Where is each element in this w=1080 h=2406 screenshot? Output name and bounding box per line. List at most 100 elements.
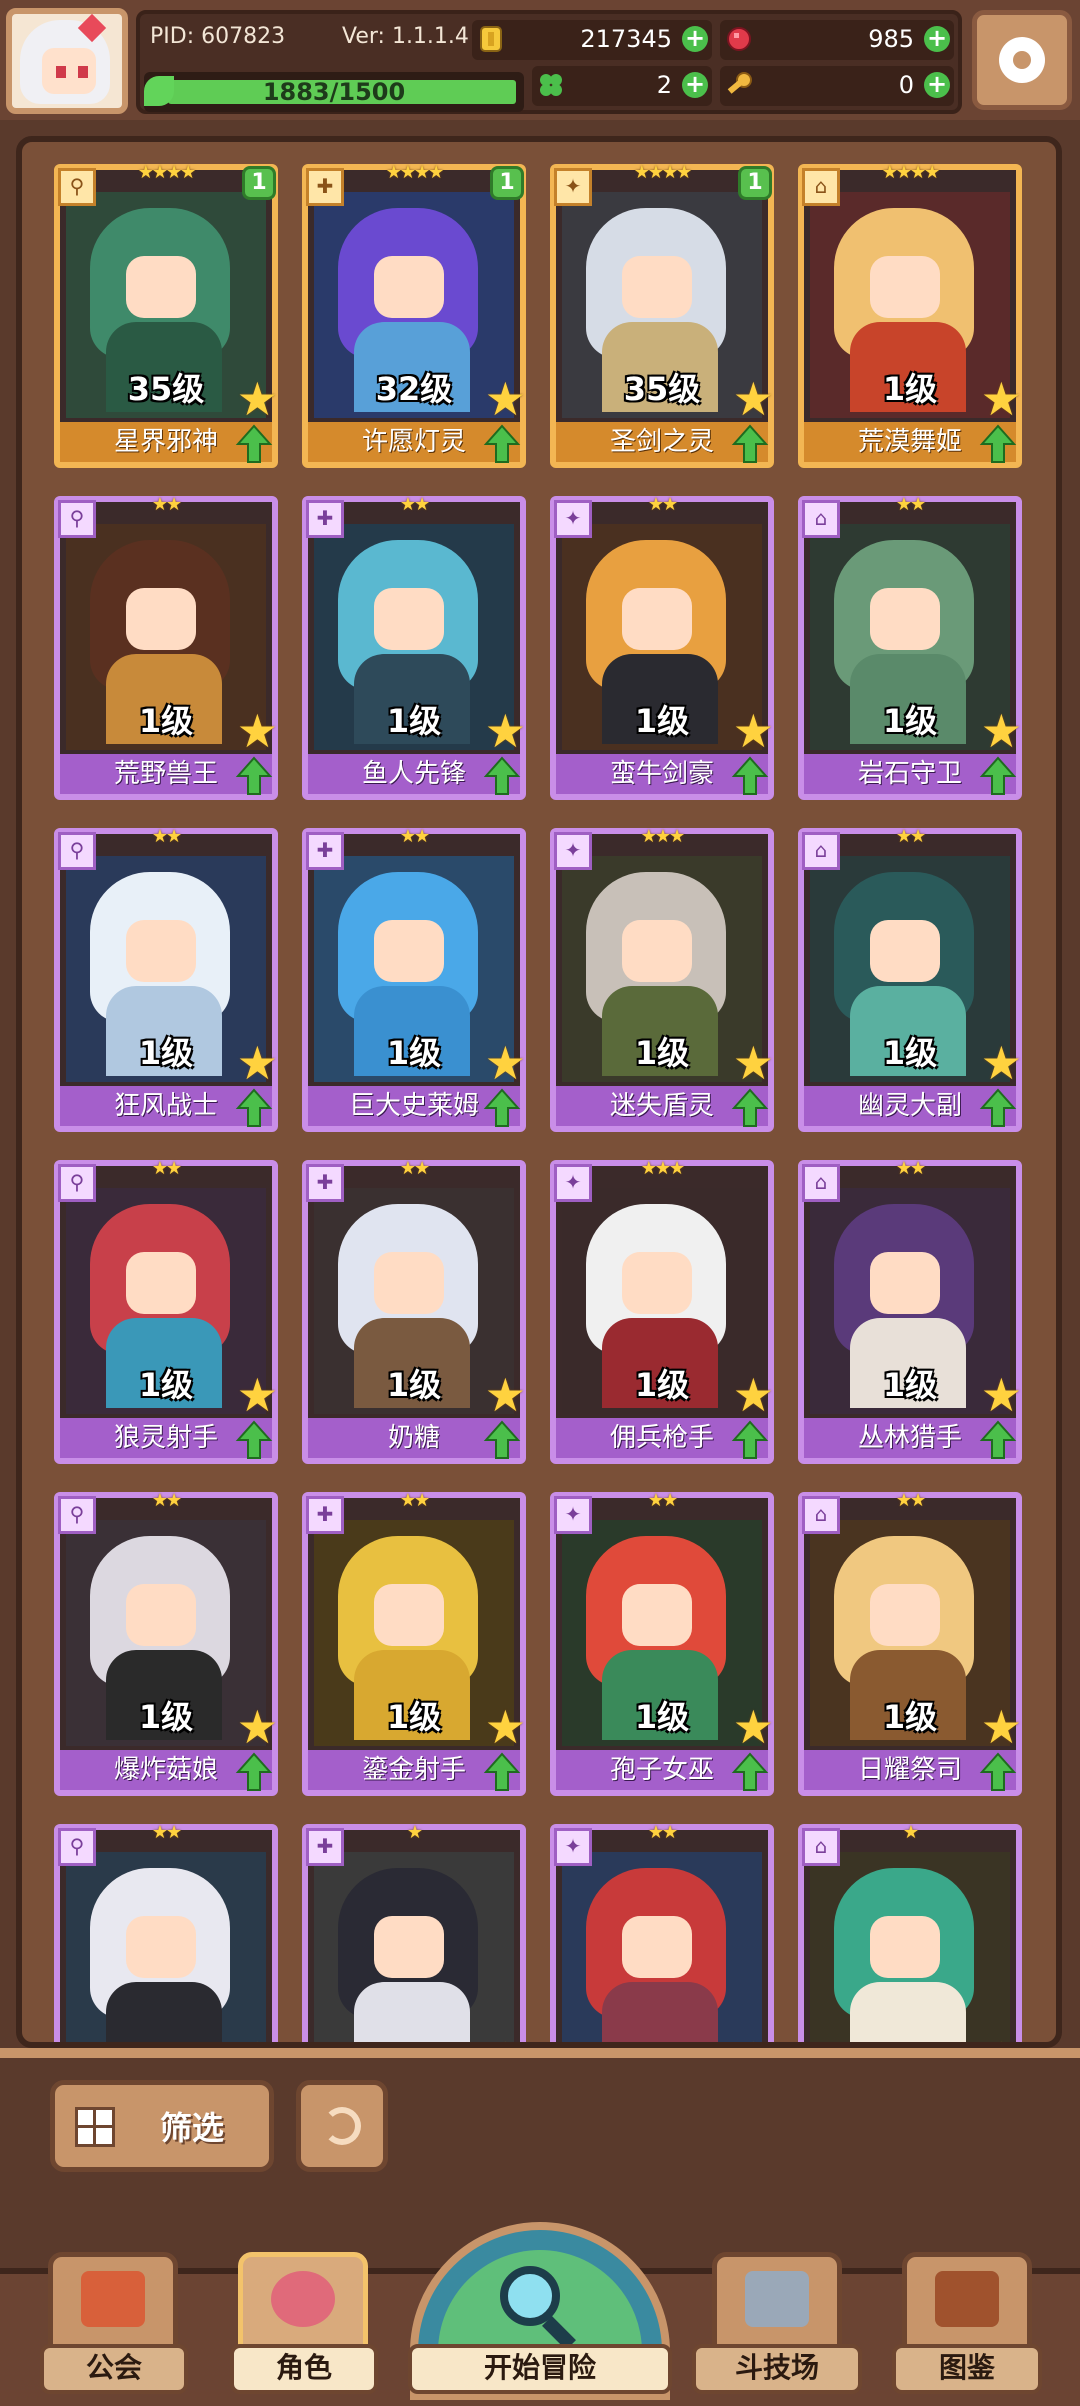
star-upgrade-icon: ★ (237, 2036, 278, 2042)
nav-guild-label[interactable]: 公会 (40, 2344, 188, 2394)
level-up-arrow-icon (731, 424, 769, 463)
settings-button[interactable] (972, 10, 1072, 110)
level-up-arrow-icon (235, 756, 273, 795)
character-card[interactable]: ⚲ ★★★★ 1 35级 ★ 星界邪神 (54, 162, 278, 468)
level-up-arrow-icon (979, 1752, 1017, 1791)
level-up-arrow-icon (731, 1420, 769, 1459)
player-info-panel: PID: 607823 Ver: 1.1.1.4 1883/1500 21734… (136, 10, 962, 114)
character-roster-panel: ⚲ ★★★★ 1 35级 ★ 星界邪神 ✚ ★★★★ 1 32级 ★ 许愿灯灵 ✦ ★★★★ 1 35级 ★ 圣剑… (16, 136, 1062, 2048)
character-card[interactable]: ✚★★ (302, 1822, 526, 2042)
level-up-arrow-icon (235, 1088, 273, 1127)
key-value: 0 (898, 71, 914, 99)
nav-codex-label[interactable]: 图鉴 (892, 2344, 1042, 2394)
gem-value: 985 (868, 25, 914, 53)
star-rating: ★★★★ (385, 162, 445, 183)
character-card[interactable]: ✚ ★★ 1级 ★ 巨大史莱姆 (302, 826, 526, 1132)
add-key-button[interactable]: + (924, 72, 950, 98)
level-up-arrow-icon (731, 1752, 769, 1791)
xp-value: 1883/1500 (262, 78, 406, 106)
filter-button[interactable]: 筛选 (50, 2080, 274, 2172)
character-card[interactable]: ✦ ★★ 1级 ★ 孢子女巫 (550, 1490, 774, 1796)
character-card[interactable]: ✚ ★★★★ 1 32级 ★ 许愿灯灵 (302, 162, 526, 468)
character-card[interactable]: ✚ ★★ 1级 ★ 鎏金射手 (302, 1490, 526, 1796)
character-card[interactable]: ⚲ ★★ 1级 ★ 狼灵射手 (54, 1158, 278, 1464)
version-label: Ver: 1.1.1.4 (342, 24, 469, 49)
character-card[interactable]: ⚲ ★★ 1级 ★ 爆炸菇娘 (54, 1490, 278, 1796)
character-card[interactable]: ✚ ★★ 1级 ★ 鱼人先锋 (302, 494, 526, 800)
level-up-arrow-icon (483, 424, 521, 463)
key-icon (727, 72, 752, 94)
character-card[interactable]: ⌂ ★★ 1级 ★ 丛林猎手 (798, 1158, 1022, 1464)
key-counter: 0 + (720, 66, 954, 106)
top-bar: PID: 607823 Ver: 1.1.1.4 1883/1500 21734… (0, 0, 1080, 120)
star-rating: ★★ (647, 1490, 678, 1511)
clover-counter: 2 + (532, 66, 712, 106)
star-rating: ★ (406, 1822, 423, 1843)
star-rating: ★★ (151, 1490, 182, 1511)
character-card[interactable]: ⌂ ★★ 1级 ★ 幽灵大副 (798, 826, 1022, 1132)
character-card[interactable]: ✦ ★★★★ 1 35级 ★ 圣剑之灵 (550, 162, 774, 468)
nav-adventure-label[interactable]: 开始冒险 (408, 2344, 672, 2394)
star-rating: ★★ (151, 826, 182, 847)
character-card[interactable]: ⌂ ★★★★ 1级 ★ 荒漠舞姬 (798, 162, 1022, 468)
add-gold-button[interactable]: + (682, 26, 708, 52)
character-card[interactable]: ✦ ★★★ 1级 ★ 佣兵枪手 (550, 1158, 774, 1464)
xp-bar: 1883/1500 (144, 72, 524, 112)
add-clover-button[interactable]: + (682, 72, 708, 98)
star-rating: ★★★★ (633, 162, 693, 183)
add-gems-button[interactable]: + (924, 26, 950, 52)
level-up-arrow-icon (235, 424, 273, 463)
gear-icon (999, 37, 1045, 83)
star-upgrade-icon: ★ (980, 1036, 1022, 1090)
character-portrait (810, 1852, 1010, 2042)
character-card[interactable]: ⌂ ★★ 1级 ★ 岩石守卫 (798, 494, 1022, 800)
nav-character-label[interactable]: 角色 (230, 2344, 378, 2394)
star-rating: ★★ (151, 1822, 182, 1843)
clover-icon (540, 74, 562, 96)
star-upgrade-icon: ★ (484, 1700, 526, 1754)
star-upgrade-icon: ★ (980, 1700, 1022, 1754)
star-upgrade-icon: ★ (980, 372, 1022, 426)
character-card[interactable]: ⌂★★ (798, 1822, 1022, 2042)
reset-sort-button[interactable] (296, 2080, 388, 2172)
star-upgrade-icon: ★ (732, 1036, 774, 1090)
level-up-arrow-icon (979, 424, 1017, 463)
character-card[interactable]: ✦ ★★ 1级 ★ 蛮牛剑豪 (550, 494, 774, 800)
level-up-arrow-icon (483, 1420, 521, 1459)
character-card[interactable]: ⌂ ★★ 1级 ★ 日耀祭司 (798, 1490, 1022, 1796)
level-up-arrow-icon (483, 756, 521, 795)
character-card[interactable]: ✦★★★ (550, 1822, 774, 2042)
nav-arena-label[interactable]: 斗技场 (692, 2344, 862, 2394)
gold-value: 217345 (580, 25, 672, 53)
crossed-swords-icon (745, 2271, 809, 2327)
guild-house-icon (81, 2271, 145, 2327)
star-upgrade-icon: ★ (484, 1368, 526, 1422)
level-up-arrow-icon (483, 1088, 521, 1127)
character-card[interactable]: ⚲★★★ (54, 1822, 278, 2042)
count-badge: 1 (490, 166, 524, 200)
star-upgrade-icon: ★ (732, 1700, 774, 1754)
star-upgrade-icon: ★ (485, 2036, 526, 2042)
player-avatar[interactable] (6, 8, 128, 114)
star-rating: ★★ (647, 494, 678, 515)
gold-coin-icon (480, 26, 502, 52)
count-badge: 1 (242, 166, 276, 200)
character-card[interactable]: ⚲ ★★ 1级 ★ 狂风战士 (54, 826, 278, 1132)
character-face-icon (271, 2271, 335, 2327)
level-up-arrow-icon (235, 1420, 273, 1459)
star-upgrade-icon: ★ (236, 372, 278, 426)
grid-icon (75, 2107, 115, 2147)
character-card[interactable]: ✦ ★★★ 1级 ★ 迷失盾灵 (550, 826, 774, 1132)
character-card[interactable]: ⚲ ★★ 1级 ★ 荒野兽王 (54, 494, 278, 800)
star-upgrade-icon: ★ (484, 704, 526, 758)
character-card[interactable]: ✚ ★★ 1级 ★ 奶糖 (302, 1158, 526, 1464)
star-rating: ★★★ (640, 1158, 685, 1179)
character-portrait (562, 1852, 762, 2042)
star-rating: ★★ (895, 826, 926, 847)
star-upgrade-icon: ★ (732, 372, 774, 426)
star-rating: ★★ (399, 1158, 430, 1179)
star-upgrade-icon: ★ (980, 704, 1022, 758)
level-up-arrow-icon (731, 756, 769, 795)
star-rating: ★★ (647, 1822, 678, 1843)
star-upgrade-icon: ★ (733, 2036, 774, 2042)
